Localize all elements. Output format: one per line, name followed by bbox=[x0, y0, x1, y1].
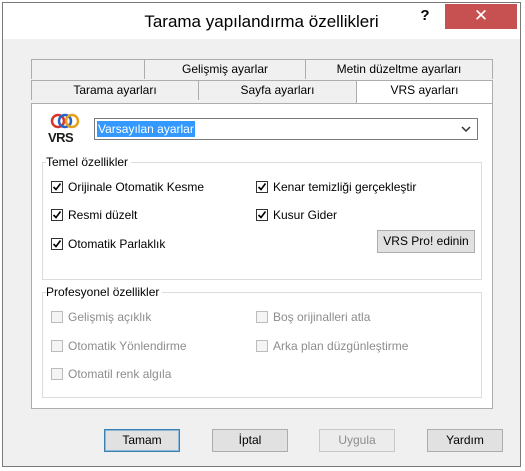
cancel-button[interactable]: İptal bbox=[212, 429, 288, 452]
title-bar[interactable]: Tarama yapılandırma özellikleri ? ✕ bbox=[3, 3, 520, 39]
tab-scan-settings[interactable]: Tarama ayarları bbox=[31, 80, 199, 100]
checkbox-box bbox=[256, 340, 268, 352]
vrs-logo-text: VRS bbox=[48, 130, 74, 145]
checkbox-box bbox=[256, 311, 268, 323]
get-vrs-pro-button[interactable]: VRS Pro! edinin bbox=[377, 230, 475, 253]
vrs-rings-icon bbox=[50, 113, 80, 129]
help-button[interactable]: Yardım bbox=[427, 429, 503, 452]
checkbox-box bbox=[51, 181, 63, 193]
close-button[interactable]: ✕ bbox=[445, 4, 517, 29]
tab-page-settings[interactable]: Sayfa ayarları bbox=[198, 80, 357, 100]
basic-features-title: Temel özellikler bbox=[46, 155, 132, 169]
apply-button[interactable]: Uygula bbox=[319, 429, 395, 452]
tab-vrs-settings[interactable]: VRS ayarları bbox=[356, 80, 493, 103]
tab-text-correction-settings[interactable]: Metin düzeltme ayarları bbox=[305, 59, 493, 79]
ok-button[interactable]: Tamam bbox=[104, 429, 180, 452]
vrs-settings-panel: VRS Varsayılan ayarlar Temel özellikler … bbox=[31, 103, 493, 409]
dialog-window: Tarama yapılandırma özellikleri ? ✕ Geli… bbox=[2, 2, 521, 467]
tab-advanced-settings[interactable]: Gelişmiş ayarlar bbox=[144, 59, 306, 79]
tab-blank[interactable] bbox=[31, 59, 145, 79]
checkbox-box bbox=[51, 238, 63, 250]
preset-dropdown[interactable]: Varsayılan ayarlar bbox=[94, 118, 478, 140]
checkbox-box bbox=[256, 209, 268, 221]
close-icon: ✕ bbox=[473, 6, 489, 25]
checkbox-box bbox=[51, 311, 63, 323]
help-title-button[interactable]: ? bbox=[409, 5, 441, 29]
vrs-logo: VRS bbox=[48, 112, 82, 146]
preset-dropdown-value: Varsayılan ayarlar bbox=[97, 121, 195, 137]
chevron-down-icon bbox=[461, 126, 471, 133]
checkbox-box bbox=[51, 368, 63, 380]
window-title: Tarama yapılandırma özellikleri bbox=[144, 12, 379, 31]
checkbox-box bbox=[256, 181, 268, 193]
pro-features-title: Profesyonel özellikler bbox=[46, 285, 163, 299]
checkbox-box bbox=[51, 209, 63, 221]
checkbox-box bbox=[51, 340, 63, 352]
dialog-client: Gelişmiş ayarlar Metin düzeltme ayarları… bbox=[3, 39, 520, 466]
